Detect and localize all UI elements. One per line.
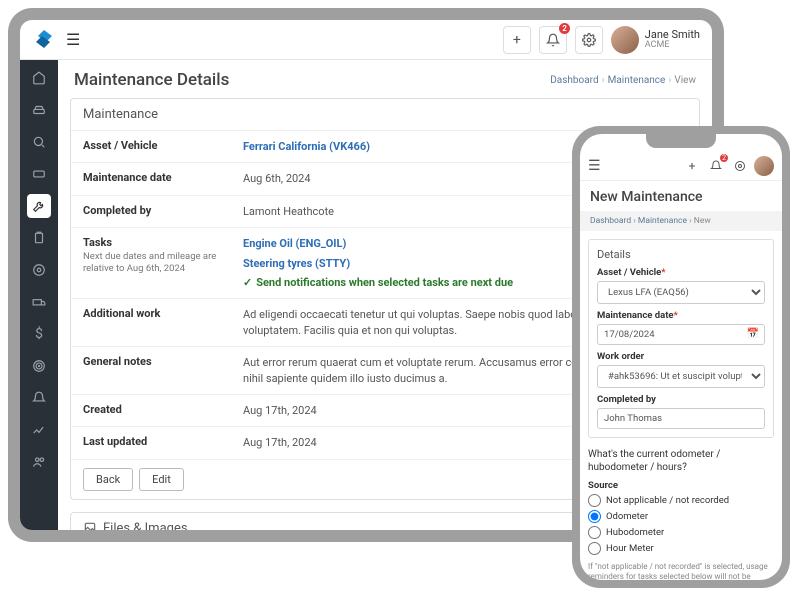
breadcrumb: Dashboard›Maintenance›View [550, 75, 696, 86]
user-menu[interactable]: Jane Smith ACME [611, 26, 700, 54]
menu-toggle-icon[interactable]: ☰ [588, 158, 601, 174]
breadcrumb-link[interactable]: Maintenance [608, 75, 666, 86]
back-button[interactable]: Back [83, 468, 133, 491]
nav-money-icon[interactable]: $ [27, 322, 51, 346]
field-label: Completed by [597, 394, 765, 405]
sidebar: $ [20, 60, 58, 530]
phone-top-bar: ☰ + 2 [580, 152, 782, 181]
nav-bell-icon[interactable] [27, 386, 51, 410]
radio-option[interactable]: Not applicable / not recorded [588, 494, 774, 507]
asset-select[interactable]: Lexus LFA (EAQ56) [597, 281, 765, 304]
nav-search-icon[interactable] [27, 130, 51, 154]
completed-by-input[interactable] [597, 408, 765, 429]
settings-button[interactable] [575, 26, 603, 54]
breadcrumb-link[interactable]: Dashboard [590, 216, 631, 226]
page-title: New Maintenance [580, 181, 782, 211]
field-label: Maintenance date* [597, 310, 765, 321]
breadcrumb-current: View [674, 75, 696, 86]
odometer-question: What's the current odometer / hubodomete… [588, 448, 774, 474]
top-bar: ☰ + 2 Jane Smith ACME [20, 20, 712, 60]
notification-badge: 2 [720, 154, 728, 162]
field-label: TasksNext due dates and mileage are rela… [83, 236, 243, 290]
nav-maintenance-icon[interactable] [27, 194, 51, 218]
nav-home-icon[interactable] [27, 66, 51, 90]
nav-chart-icon[interactable] [27, 418, 51, 442]
section-title: Details [597, 248, 765, 261]
phone-device: ☰ + 2 New Maintenance Dashboard › Mainte… [572, 126, 790, 588]
app-logo [32, 28, 56, 52]
workorder-select[interactable]: #ahk53696: Ut et suscipit voluptatibus e… [597, 365, 765, 388]
radio-option[interactable]: Hubodometer [588, 526, 774, 539]
field-label: Work order [597, 351, 765, 362]
hint-text: If "not applicable / not recorded" is se… [580, 558, 782, 580]
field-label: General notes [83, 355, 243, 386]
details-section: Details Asset / Vehicle* Lexus LFA (EAQ5… [588, 239, 774, 438]
field-label: Completed by [83, 204, 243, 219]
phone-screen: ☰ + 2 New Maintenance Dashboard › Mainte… [580, 134, 782, 580]
notification-badge: 2 [559, 23, 570, 34]
avatar[interactable] [754, 156, 774, 176]
breadcrumb: Dashboard › Maintenance › New [580, 211, 782, 231]
nav-ticket-icon[interactable] [27, 162, 51, 186]
edit-button[interactable]: Edit [139, 468, 184, 491]
nav-shipping-icon[interactable] [27, 290, 51, 314]
field-label: Maintenance date [83, 171, 243, 186]
phone-notch [646, 134, 716, 148]
breadcrumb-current: New [694, 216, 711, 226]
notifications-button[interactable]: 2 [706, 156, 726, 176]
nav-target-icon[interactable] [27, 354, 51, 378]
check-icon: ✓ [243, 275, 252, 290]
field-label: Asset / Vehicle [83, 139, 243, 154]
user-org: ACME [645, 41, 700, 51]
user-name: Jane Smith [645, 29, 700, 41]
notifications-button[interactable]: 2 [539, 26, 567, 54]
calendar-icon[interactable]: 📅 [747, 329, 759, 340]
field-sublabel: Next due dates and mileage are relative … [83, 251, 243, 274]
nav-vehicle-icon[interactable] [27, 98, 51, 122]
date-input[interactable] [597, 324, 765, 345]
field-label: Asset / Vehicle* [597, 267, 765, 278]
add-button[interactable]: + [682, 156, 702, 176]
field-label: Additional work [83, 307, 243, 338]
field-label: Created [83, 403, 243, 418]
add-button[interactable]: + [503, 26, 531, 54]
nav-users-icon[interactable] [27, 450, 51, 474]
avatar [611, 26, 639, 54]
nav-gear-icon[interactable] [27, 258, 51, 282]
field-label: Last updated [83, 435, 243, 450]
field-label: Source [580, 480, 782, 491]
breadcrumb-link[interactable]: Maintenance [638, 216, 687, 226]
asset-link[interactable]: Ferrari California (VK466) [243, 140, 370, 153]
settings-button[interactable] [730, 156, 750, 176]
files-icon [83, 521, 97, 530]
breadcrumb-link[interactable]: Dashboard [550, 75, 598, 86]
source-radio-group: Not applicable / not recorded Odometer H… [580, 494, 782, 555]
menu-toggle-icon[interactable]: ☰ [66, 30, 80, 49]
radio-option[interactable]: Hour Meter [588, 542, 774, 555]
page-title: Maintenance Details [74, 70, 229, 90]
radio-option[interactable]: Odometer [588, 510, 774, 523]
nav-clipboard-icon[interactable] [27, 226, 51, 250]
